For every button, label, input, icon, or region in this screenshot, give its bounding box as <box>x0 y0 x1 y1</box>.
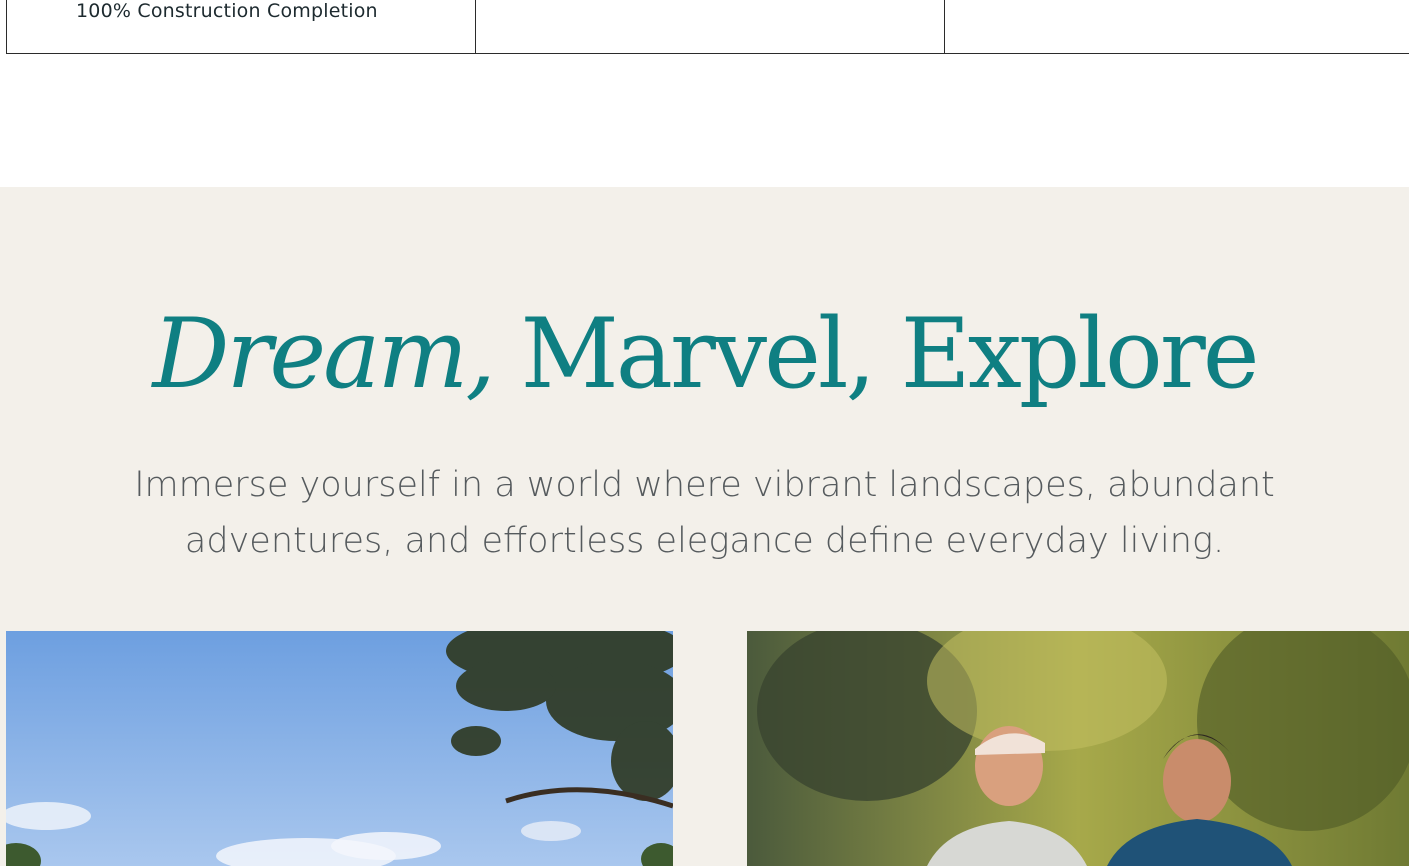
description-line-2: adventures, and effortless elegance defi… <box>184 521 1225 561</box>
table-cell-empty-2 <box>476 0 945 53</box>
joggers-photo-graphic <box>747 631 1409 866</box>
section-description: Immerse yourself in a world where vibran… <box>0 457 1409 569</box>
page: 100% Construction Completion Dream, Marv… <box>0 0 1409 866</box>
section-headline: Dream, Marvel, Explore <box>0 299 1409 409</box>
headline-rest: Marvel, Explore <box>492 298 1259 410</box>
joggers-photo <box>747 631 1409 866</box>
description-line-1: Immerse yourself in a world where vibran… <box>134 465 1275 505</box>
milestone-table-row: 100% Construction Completion <box>6 0 1409 54</box>
landscape-photo <box>6 631 673 866</box>
landscape-photo-graphic <box>6 631 673 866</box>
table-cell-milestone: 100% Construction Completion <box>7 0 476 53</box>
lifestyle-section: Dream, Marvel, Explore Immerse yourself … <box>0 187 1409 866</box>
table-cell-empty-3 <box>945 0 1409 53</box>
headline-accent: Dream, <box>152 298 495 410</box>
